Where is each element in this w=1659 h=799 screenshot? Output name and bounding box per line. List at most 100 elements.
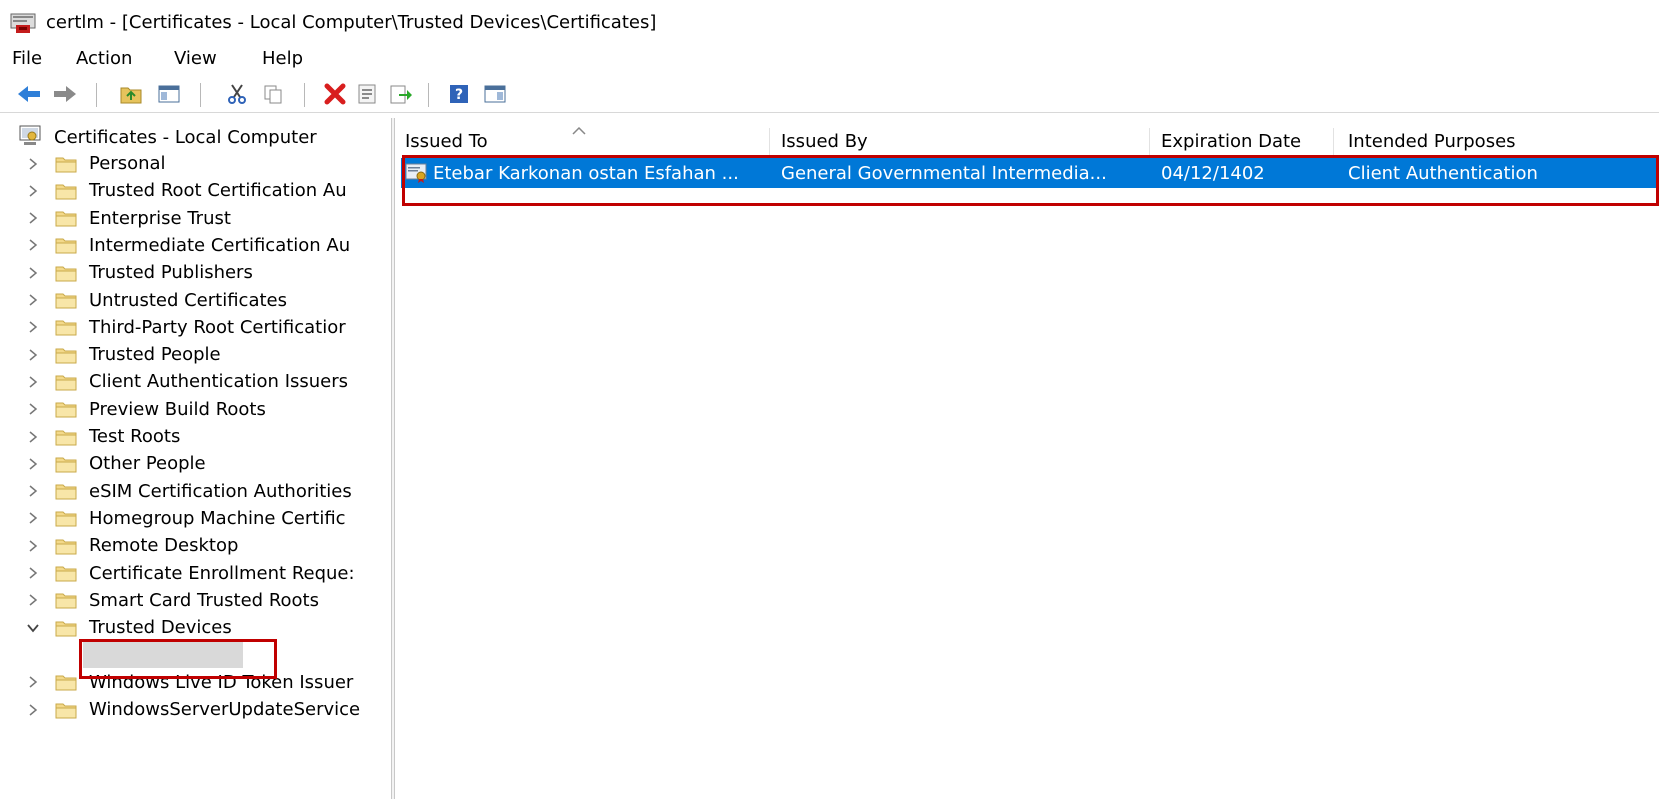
tree-item[interactable]: Personal	[0, 150, 166, 177]
list-header: Issued To Issued By Expiration Date Inte…	[395, 126, 1659, 156]
menu-view[interactable]: View	[174, 48, 217, 69]
tree-item[interactable]: Trusted Root Certification Au	[0, 177, 347, 204]
chevron-right-icon[interactable]	[26, 266, 40, 280]
tree-item[interactable]: Remote Desktop	[0, 532, 238, 559]
help-icon[interactable]: ?	[446, 81, 472, 107]
folder-icon	[55, 346, 77, 364]
chevron-right-icon[interactable]	[26, 675, 40, 689]
toolbar-separator	[200, 83, 201, 107]
tree-item-label: WindowsServerUpdateService	[89, 699, 361, 720]
tree-item-label: Third-Party Root Certificatior	[89, 316, 346, 338]
folder-icon	[55, 428, 77, 446]
toolbar: ?	[0, 78, 1659, 113]
tree-item-label: Trusted Publishers	[89, 262, 253, 284]
folder-icon	[55, 373, 77, 391]
chevron-right-icon[interactable]	[26, 238, 40, 252]
tree-root-certificates-local-computer[interactable]: Certificates - Local Computer	[18, 124, 317, 150]
tree-item[interactable]: Certificate Enrollment Reque:	[0, 560, 355, 587]
column-header-issued-by[interactable]: Issued By	[781, 131, 868, 152]
menu-help[interactable]: Help	[262, 48, 303, 69]
column-divider[interactable]	[1149, 128, 1150, 156]
tree-item-label: Remote Desktop	[89, 535, 239, 557]
toolbar-separator	[96, 83, 97, 107]
tree-item[interactable]: Enterprise Trust	[0, 205, 231, 232]
column-header-issued-to[interactable]: Issued To	[405, 131, 488, 152]
show-hide-tree-icon[interactable]	[156, 81, 182, 107]
tree-item[interactable]: Preview Build Roots	[0, 396, 266, 423]
tree-item-label: Homegroup Machine Certific	[89, 507, 346, 529]
chevron-right-icon[interactable]	[26, 566, 40, 580]
folder-icon	[55, 455, 77, 473]
tree-item[interactable]: Test Roots	[0, 423, 180, 450]
tree-item[interactable]: Client Authentication Issuers	[0, 368, 348, 395]
column-header-expiration-date[interactable]: Expiration Date	[1161, 131, 1301, 152]
tree-item-label: Smart Card Trusted Roots	[89, 589, 319, 611]
tree-item[interactable]: Third-Party Root Certificatior	[0, 314, 346, 341]
tree-item[interactable]: Smart Card Trusted Roots	[0, 587, 319, 614]
tree-item-label: Certificate Enrollment Reque:	[89, 562, 355, 584]
chevron-right-icon[interactable]	[26, 293, 40, 307]
tree-item[interactable]: Other People	[0, 450, 206, 477]
chevron-down-icon[interactable]	[26, 621, 40, 635]
tree-item-label: Intermediate Certification Au	[89, 234, 351, 256]
tree-item-label: Test Roots	[89, 426, 181, 447]
tree-item-label: Client Authentication Issuers	[89, 371, 349, 393]
tree-item[interactable]: Trusted People	[0, 341, 221, 368]
folder-icon	[55, 619, 77, 637]
chevron-right-icon[interactable]	[26, 511, 40, 525]
sort-ascending-icon	[571, 120, 587, 141]
chevron-right-icon[interactable]	[26, 593, 40, 607]
cut-icon[interactable]	[224, 81, 250, 107]
tree-item[interactable]: WindowsServerUpdateService	[0, 696, 360, 723]
chevron-right-icon[interactable]	[26, 157, 40, 171]
tree-item[interactable]: Intermediate Certification Au	[0, 232, 350, 259]
tree-item[interactable]: Trusted Publishers	[0, 259, 253, 286]
export-list-icon[interactable]	[388, 81, 414, 107]
column-divider[interactable]	[1333, 128, 1334, 156]
chevron-right-icon[interactable]	[26, 703, 40, 717]
chevron-right-icon[interactable]	[26, 184, 40, 198]
tree-item[interactable]: Homegroup Machine Certific	[0, 505, 346, 532]
chevron-right-icon[interactable]	[26, 457, 40, 471]
tree-item-label: Personal	[89, 153, 166, 174]
copy-icon[interactable]	[260, 81, 286, 107]
folder-icon	[55, 564, 77, 582]
forward-arrow-icon[interactable]	[52, 81, 78, 107]
tree-item[interactable]: Untrusted Certificates	[0, 287, 287, 314]
folder-icon	[55, 291, 77, 309]
folder-icon	[55, 701, 77, 719]
certlm-app-icon	[10, 12, 36, 34]
folder-icon	[55, 509, 77, 527]
tree-item[interactable]: eSIM Certification Authorities	[0, 478, 352, 505]
chevron-right-icon[interactable]	[26, 211, 40, 225]
folder-icon	[55, 400, 77, 418]
menu-action[interactable]: Action	[76, 48, 132, 69]
tree-item-label: Trusted Root Certification Au	[89, 180, 347, 202]
menu-bar: File Action View Help	[0, 44, 1659, 74]
chevron-right-icon[interactable]	[26, 539, 40, 553]
delete-icon[interactable]	[322, 81, 348, 107]
chevron-right-icon[interactable]	[26, 430, 40, 444]
tree-item-label: Enterprise Trust	[89, 207, 231, 229]
chevron-right-icon[interactable]	[26, 402, 40, 416]
chevron-right-icon[interactable]	[26, 375, 40, 389]
chevron-right-icon[interactable]	[26, 348, 40, 362]
folder-icon	[55, 673, 77, 691]
menu-file[interactable]: File	[12, 48, 42, 69]
action-pane-icon[interactable]	[482, 81, 508, 107]
tree-item-label: Trusted Devices	[89, 617, 232, 639]
console-tree: Certificates - Local Computer Personal Tr…	[0, 118, 391, 799]
back-arrow-icon[interactable]	[16, 81, 42, 107]
tree-item[interactable]: Trusted Devices	[0, 614, 232, 641]
folder-icon	[55, 155, 77, 173]
chevron-right-icon[interactable]	[26, 320, 40, 334]
column-divider[interactable]	[769, 128, 770, 156]
chevron-right-icon[interactable]	[26, 484, 40, 498]
tree-item-label: Other People	[89, 453, 206, 475]
up-folder-icon[interactable]	[118, 81, 144, 107]
properties-icon[interactable]	[354, 81, 380, 107]
column-header-intended-purposes[interactable]: Intended Purposes	[1348, 131, 1516, 152]
certificate-list-view: Issued To Issued By Expiration Date Inte…	[395, 118, 1659, 799]
folder-icon	[55, 591, 77, 609]
tree-item-label: Trusted People	[89, 344, 221, 366]
